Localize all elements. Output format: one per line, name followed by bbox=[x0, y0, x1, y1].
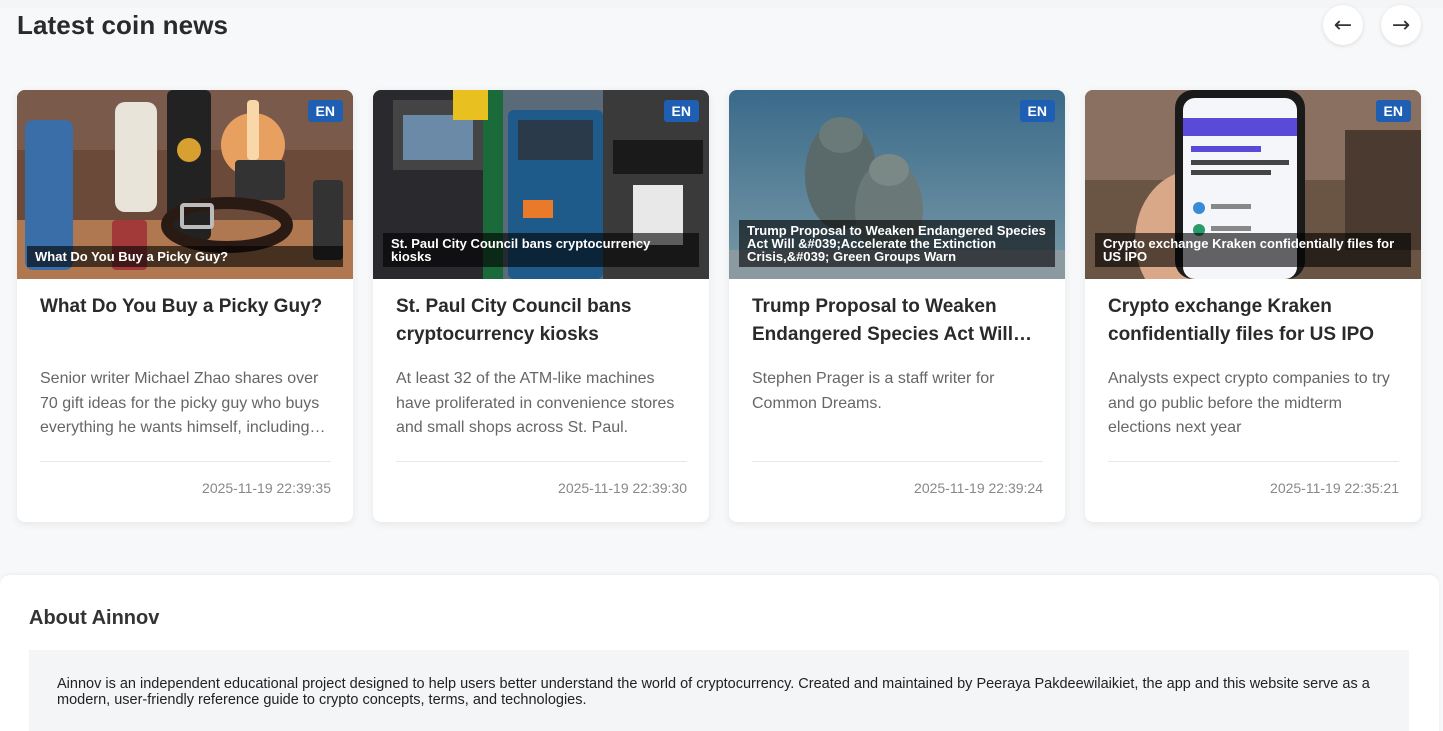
news-summary: Stephen Prager is a staff writer for Com… bbox=[752, 370, 995, 412]
news-summary: Analysts expect crypto companies to try … bbox=[1108, 370, 1390, 436]
divider bbox=[396, 461, 687, 462]
news-summary: At least 32 of the ATM-like machines hav… bbox=[396, 370, 675, 436]
carousel-prev-button[interactable]: ← bbox=[1323, 5, 1363, 45]
section-title: Latest coin news bbox=[17, 10, 229, 40]
image-caption: Trump Proposal to Weaken Endangered Spec… bbox=[739, 220, 1055, 267]
news-image[interactable]: EN What Do You Buy a Picky Guy? bbox=[17, 90, 353, 279]
about-text: Ainnov is an independent educational pro… bbox=[57, 676, 1370, 708]
news-date: 2025-11-19 22:39:24 bbox=[914, 480, 1043, 496]
news-card[interactable]: EN What Do You Buy a Picky Guy? What Do … bbox=[17, 90, 353, 522]
image-caption: Crypto exchange Kraken confidentially fi… bbox=[1095, 233, 1411, 267]
image-caption: St. Paul City Council bans cryptocurrenc… bbox=[383, 233, 699, 267]
language-badge: EN bbox=[663, 100, 699, 122]
news-image[interactable]: EN St. Paul City Council bans cryptocurr… bbox=[373, 90, 709, 279]
news-card[interactable]: EN Crypto exchange Kraken confidentially… bbox=[1085, 90, 1421, 522]
news-image[interactable]: EN Crypto exchange Kraken confidentially… bbox=[1085, 90, 1421, 279]
carousel-next-button[interactable]: → bbox=[1381, 5, 1421, 45]
news-title[interactable]: Trump Proposal to Weaken Endangered Spec… bbox=[752, 293, 1043, 349]
divider bbox=[1108, 461, 1399, 462]
divider bbox=[40, 461, 331, 462]
news-title[interactable]: What Do You Buy a Picky Guy? bbox=[40, 293, 331, 349]
news-date: 2025-11-19 22:35:21 bbox=[1270, 480, 1399, 496]
news-summary: Senior writer Michael Zhao shares over 7… bbox=[40, 370, 326, 436]
news-card[interactable]: EN St. Paul City Council bans cryptocurr… bbox=[373, 90, 709, 522]
news-card[interactable]: EN Trump Proposal to Weaken Endangered S… bbox=[729, 90, 1065, 522]
page: Latest coin news ← → EN What Do You Buy … bbox=[0, 0, 1443, 731]
news-title[interactable]: St. Paul City Council bans cryptocurrenc… bbox=[396, 293, 687, 349]
divider bbox=[752, 461, 1043, 462]
image-caption: What Do You Buy a Picky Guy? bbox=[27, 246, 343, 267]
about-description-box: Ainnov is an independent educational pro… bbox=[29, 650, 1409, 731]
news-carousel: EN What Do You Buy a Picky Guy? What Do … bbox=[17, 90, 1421, 522]
language-badge: EN bbox=[1375, 100, 1411, 122]
news-image[interactable]: EN Trump Proposal to Weaken Endangered S… bbox=[729, 90, 1065, 279]
about-title: About Ainnov bbox=[29, 607, 160, 629]
about-section: About Ainnov Ainnov is an independent ed… bbox=[0, 575, 1439, 731]
news-date: 2025-11-19 22:39:30 bbox=[558, 480, 687, 496]
news-title[interactable]: Crypto exchange Kraken confidentially fi… bbox=[1108, 293, 1399, 349]
news-date: 2025-11-19 22:39:35 bbox=[202, 480, 331, 496]
language-badge: EN bbox=[1019, 100, 1055, 122]
language-badge: EN bbox=[307, 100, 343, 122]
top-strip bbox=[0, 0, 1443, 8]
